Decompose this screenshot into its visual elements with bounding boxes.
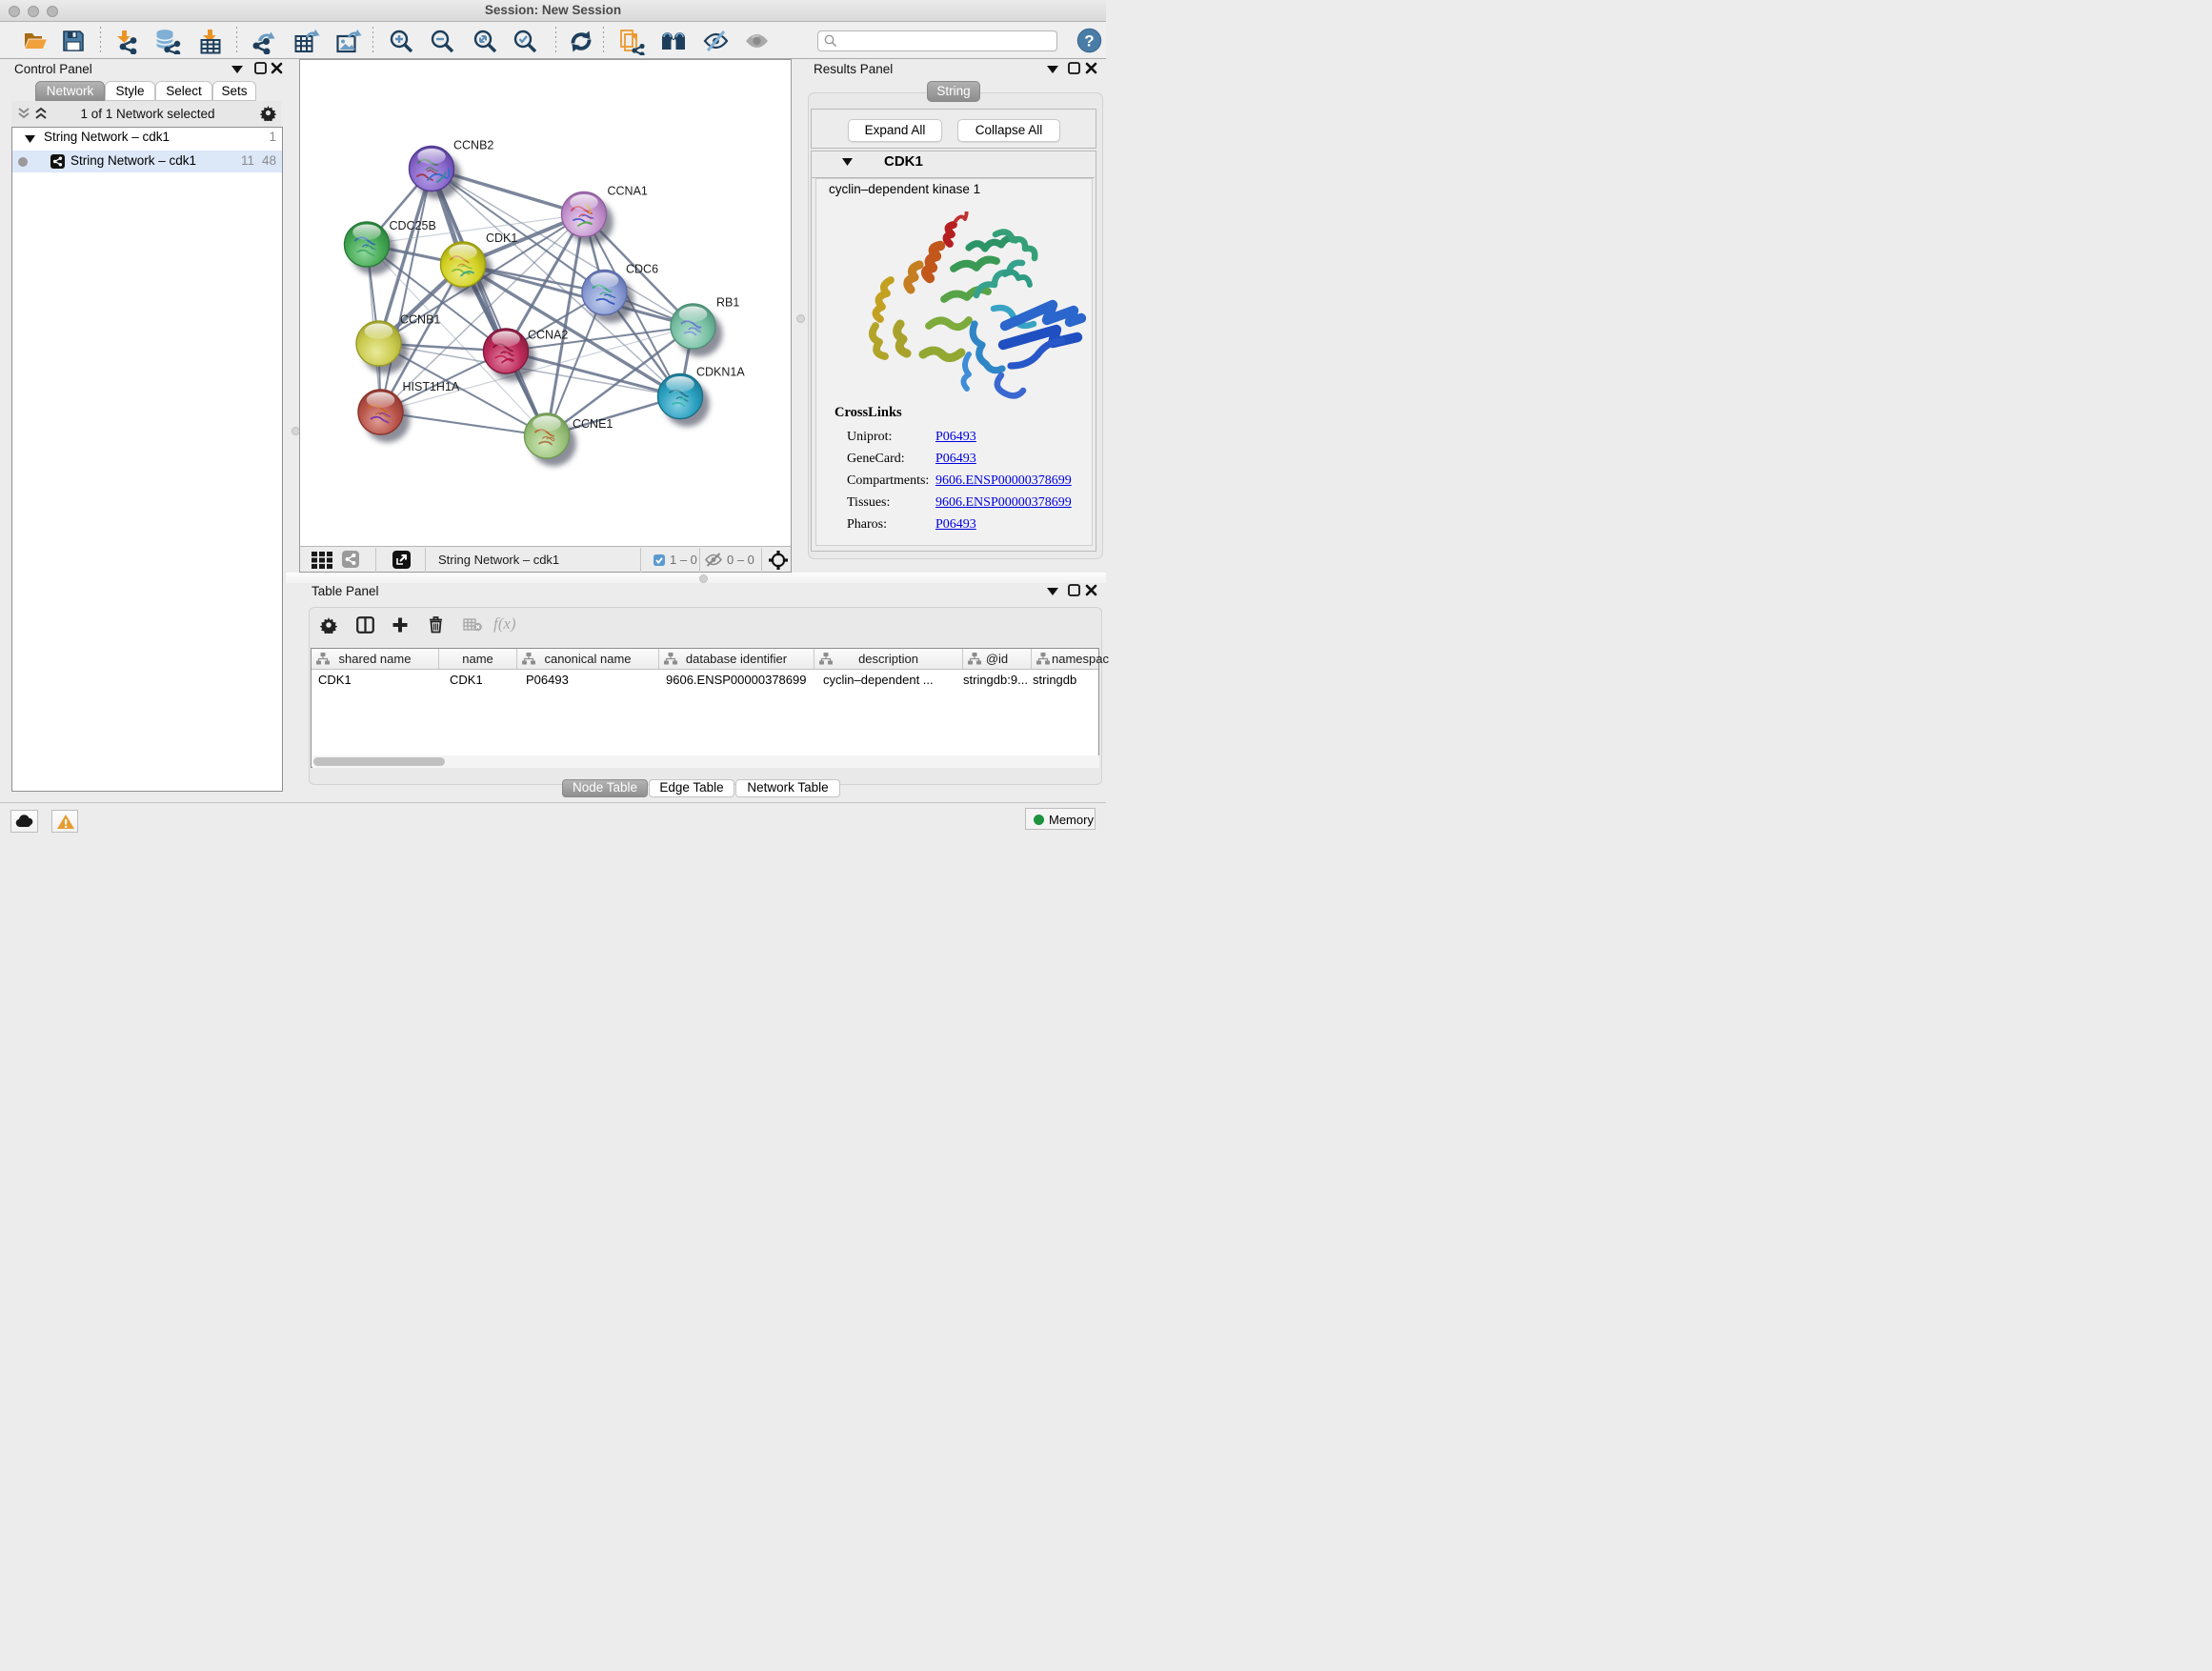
- svg-text:RB1: RB1: [716, 296, 739, 310]
- svg-text:CDK1: CDK1: [486, 232, 517, 245]
- svg-text:CCNB1: CCNB1: [400, 313, 440, 327]
- svg-text:CCNA2: CCNA2: [528, 329, 568, 342]
- svg-text:CCNE1: CCNE1: [573, 417, 613, 431]
- svg-text:CCNA1: CCNA1: [608, 185, 648, 198]
- svg-text:CDC25B: CDC25B: [390, 219, 436, 232]
- svg-text:CDC6: CDC6: [626, 263, 658, 276]
- svg-text:CCNB2: CCNB2: [453, 139, 493, 152]
- svg-text:?: ?: [1084, 32, 1094, 50]
- svg-text:HIST1H1A: HIST1H1A: [403, 380, 460, 393]
- svg-text:CDKN1A: CDKN1A: [696, 366, 745, 379]
